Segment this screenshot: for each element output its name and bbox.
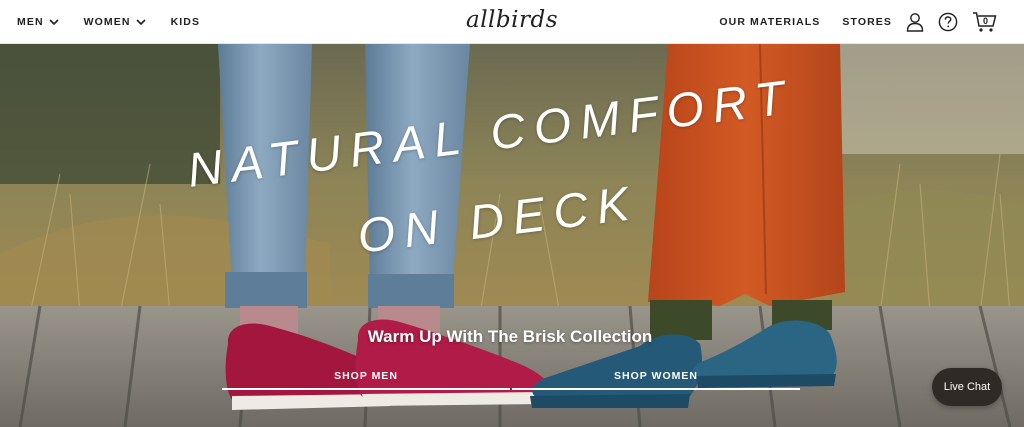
help-button[interactable] bbox=[938, 12, 958, 32]
shop-women-button[interactable]: SHOP WOMEN bbox=[512, 364, 800, 390]
cart-count: 0 bbox=[983, 16, 989, 26]
nav-stores-label: STORES bbox=[842, 16, 892, 28]
hero-banner: NATURAL COMFORT ON DECK Warm Up With The… bbox=[0, 44, 1024, 427]
secondary-nav: OUR MATERIALS STORES 0 bbox=[719, 0, 998, 44]
live-chat-label: Live Chat bbox=[943, 381, 991, 393]
nav-stores[interactable]: STORES bbox=[842, 16, 892, 28]
logo-wordmark: allbirds bbox=[465, 7, 559, 33]
nav-our-materials[interactable]: OUR MATERIALS bbox=[719, 16, 820, 28]
nav-kids-label: KIDS bbox=[170, 16, 201, 28]
account-button[interactable] bbox=[906, 12, 924, 32]
allbirds-logo[interactable]: allbirds bbox=[462, 5, 562, 39]
hero-subheading: Warm Up With The Brisk Collection bbox=[367, 327, 653, 346]
cart-button[interactable]: 0 bbox=[972, 11, 998, 33]
live-chat-button[interactable]: Live Chat bbox=[932, 368, 1002, 406]
nav-men[interactable]: MEN bbox=[17, 16, 60, 28]
shop-men-button[interactable]: SHOP MEN bbox=[222, 364, 510, 390]
nav-women[interactable]: WOMEN bbox=[84, 16, 147, 28]
primary-nav: MEN WOMEN KIDS bbox=[17, 0, 200, 44]
site-header: MEN WOMEN KIDS allbirds OUR MATERIALS ST… bbox=[0, 0, 1024, 44]
nav-our-materials-label: OUR MATERIALS bbox=[719, 16, 821, 28]
chevron-down-icon bbox=[135, 19, 146, 26]
chevron-down-icon bbox=[49, 19, 59, 26]
user-icon bbox=[906, 13, 924, 32]
nav-women-label: WOMEN bbox=[83, 16, 131, 28]
nav-men-label: MEN bbox=[17, 16, 44, 28]
nav-kids[interactable]: KIDS bbox=[171, 16, 201, 28]
question-circle-icon bbox=[938, 12, 958, 32]
